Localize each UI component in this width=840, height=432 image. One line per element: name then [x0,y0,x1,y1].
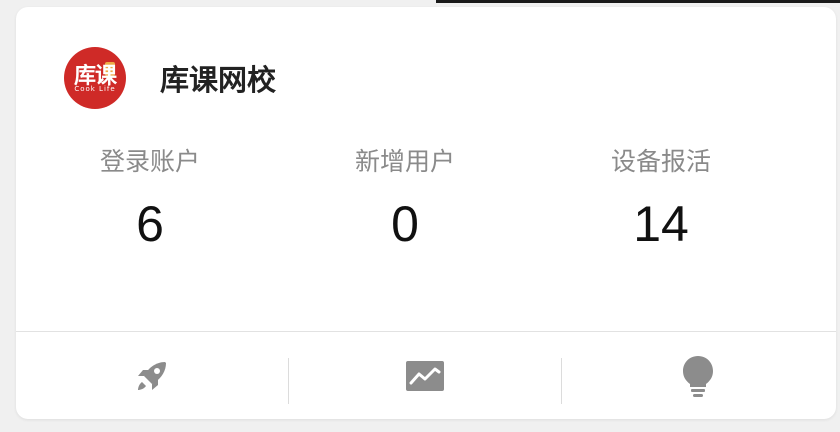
trending-chart-icon [405,359,445,393]
stat-device-activations: 设备报活 14 [551,145,771,251]
stat-value: 0 [391,196,419,252]
stat-value: 14 [633,196,689,252]
stat-label: 设备报活 [610,147,711,176]
stats-row: 登录账户 6 新增用户 0 设备报活 14 [16,145,836,265]
stat-label: 新增用户 [354,147,455,176]
app-stats-card: 库课 Cook Life 库课网校 登录账户 6 新增用户 0 设备报活 14 [16,7,836,419]
rocket-icon [132,356,172,396]
logo-subtext: Cook Life [74,85,116,93]
action-bar [16,332,836,419]
stat-value: 6 [136,196,164,252]
lightbulb-icon [681,354,715,398]
stat-label: 登录账户 [99,147,200,176]
stat-login-accounts: 登录账户 6 [40,145,260,251]
stats-chart-action-button[interactable] [289,332,561,419]
app-title: 库课网校 [160,63,277,97]
card-header: 库课 Cook Life 库课网校 [64,47,276,109]
idea-action-button[interactable] [562,332,834,419]
stat-new-users: 新增用户 0 [295,145,515,251]
rocket-action-button[interactable] [16,332,288,419]
top-edge-bar [436,0,840,3]
app-logo: 库课 Cook Life [64,47,126,109]
